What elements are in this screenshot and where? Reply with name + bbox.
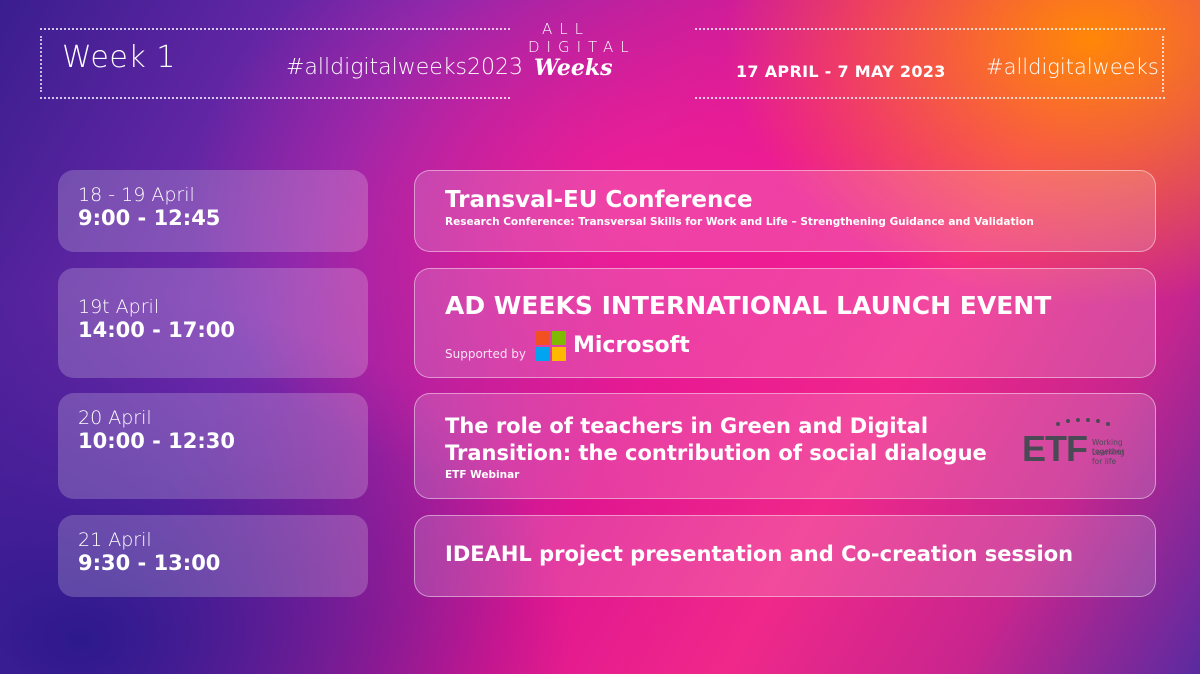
event-card: Transval-EU Conference Research Conferen… bbox=[414, 170, 1156, 252]
logo-line-digital: DIGITAL bbox=[528, 38, 636, 56]
ms-square-blue bbox=[536, 347, 550, 361]
event-title: IDEAHL project presentation and Co-creat… bbox=[445, 542, 1074, 566]
event-date-box: 21 April 9:30 - 13:00 bbox=[58, 515, 368, 597]
etf-wordmark: ETF bbox=[1022, 428, 1088, 469]
event-date: 18 - 19 April bbox=[78, 184, 195, 206]
logo-line-weeks: Weeks bbox=[534, 55, 613, 81]
campaign-dates: 17 APRIL - 7 MAY 2023 bbox=[736, 62, 946, 81]
event-card: AD WEEKS INTERNATIONAL LAUNCH EVENT Supp… bbox=[414, 268, 1156, 378]
event-date-box: 19t April 14:00 - 17:00 bbox=[58, 268, 368, 378]
week-label: Week 1 bbox=[62, 40, 176, 75]
dotted-line bbox=[40, 97, 510, 99]
dotted-line bbox=[695, 28, 1165, 30]
event-subtitle: Research Conference: Transversal Skills … bbox=[445, 216, 1034, 228]
hashtag: #alldigitalweeks bbox=[986, 55, 1159, 79]
event-time: 9:00 - 12:45 bbox=[78, 206, 221, 230]
hashtag-2023: #alldigitalweeks2023 bbox=[286, 55, 524, 80]
event-subtitle: ETF Webinar bbox=[445, 469, 520, 481]
etf-tagline-2: Learning for life bbox=[1092, 448, 1125, 466]
event-date: 21 April bbox=[78, 529, 152, 551]
event-title-line2: Transition: the contribution of social d… bbox=[445, 441, 987, 465]
event-title: AD WEEKS INTERNATIONAL LAUNCH EVENT bbox=[445, 291, 1052, 320]
etf-logo: ETF Working together Learning for life bbox=[1022, 418, 1134, 470]
event-date-box: 20 April 10:00 - 12:30 bbox=[58, 393, 368, 499]
event-time: 10:00 - 12:30 bbox=[78, 429, 236, 453]
event-title-line1: The role of teachers in Green and Digita… bbox=[445, 414, 929, 438]
logo-line-all: ALL bbox=[542, 20, 590, 38]
supported-by-label: Supported by bbox=[445, 347, 526, 361]
dotted-line bbox=[40, 28, 510, 30]
dotted-line bbox=[40, 36, 42, 92]
ms-square-yellow bbox=[552, 347, 566, 361]
ms-square-red bbox=[536, 331, 550, 345]
banner: Week 1 #alldigitalweeks2023 ALL DIGITAL … bbox=[0, 0, 1200, 674]
event-date: 19t April bbox=[78, 296, 160, 318]
all-digital-weeks-logo: ALL DIGITAL Weeks bbox=[528, 20, 688, 80]
event-time: 9:30 - 13:00 bbox=[78, 551, 221, 575]
dotted-line bbox=[1162, 36, 1164, 92]
dotted-line bbox=[695, 97, 1165, 99]
microsoft-wordmark: Microsoft bbox=[573, 333, 690, 358]
event-card: IDEAHL project presentation and Co-creat… bbox=[414, 515, 1156, 597]
ms-square-green bbox=[552, 331, 566, 345]
event-title: Transval-EU Conference bbox=[445, 187, 753, 213]
event-time: 14:00 - 17:00 bbox=[78, 318, 236, 342]
event-date-box: 18 - 19 April 9:00 - 12:45 bbox=[58, 170, 368, 252]
microsoft-logo-icon bbox=[536, 331, 566, 361]
event-date: 20 April bbox=[78, 407, 152, 429]
